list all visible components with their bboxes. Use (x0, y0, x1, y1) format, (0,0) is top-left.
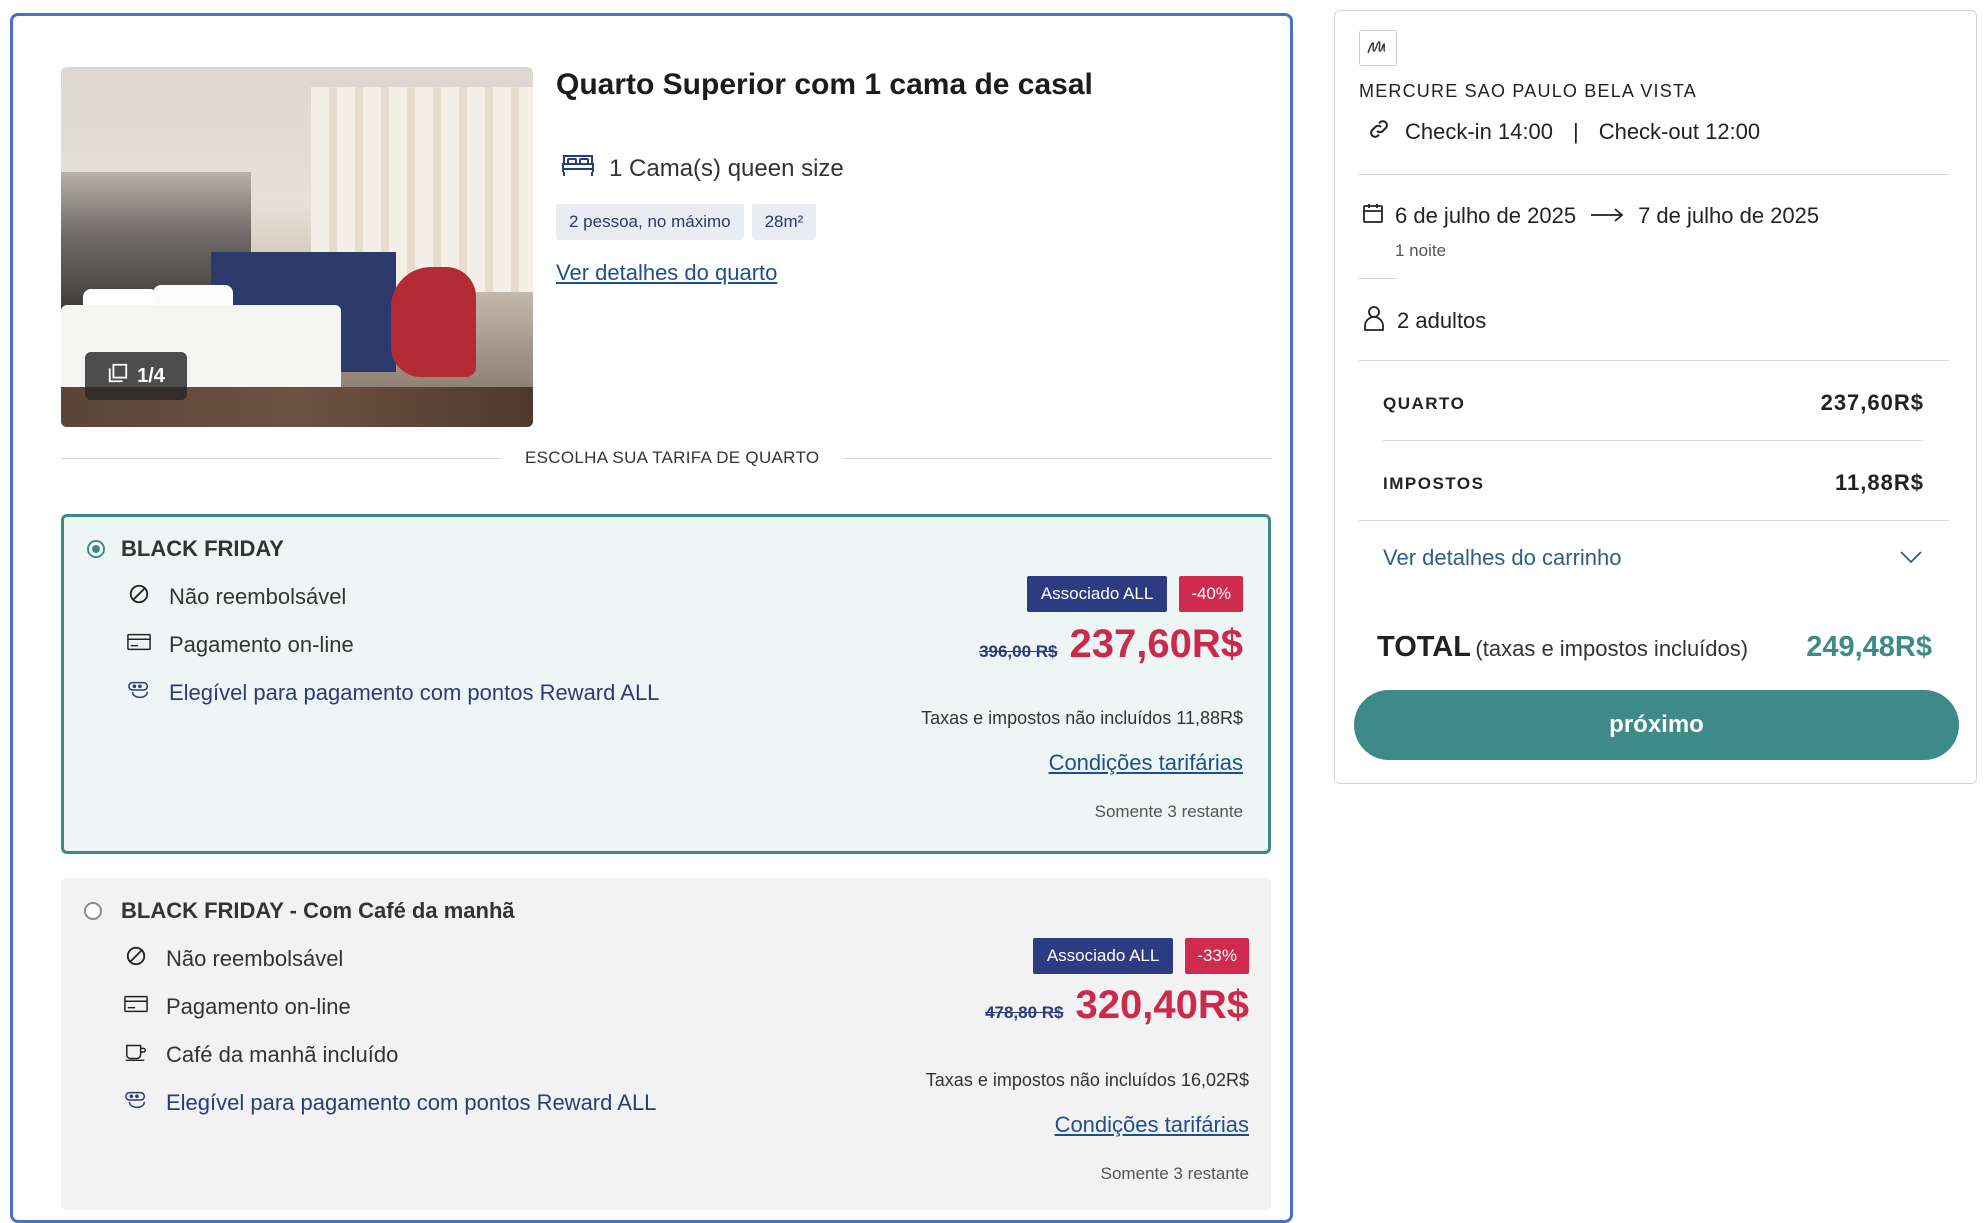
no-refund-icon (124, 945, 148, 973)
bed-text: 1 Cama(s) queen size (609, 154, 844, 182)
checkout-text: Check-out 12:00 (1598, 119, 1761, 144)
separator (1359, 278, 1397, 279)
discount-badge: -33% (1185, 938, 1249, 974)
stay-dates: 6 de julho de 2025 7 de julho de 2025 (1361, 201, 1819, 231)
photo-counter-text: 1/4 (137, 364, 165, 387)
feature-non-refundable: Não reembolsável (124, 945, 343, 973)
room-photo[interactable]: 1/4 (61, 67, 533, 427)
photo-counter[interactable]: 1/4 (85, 352, 187, 400)
remaining-rooms: Somente 3 restante (1100, 1164, 1249, 1183)
total-row: TOTAL (taxas e impostos incluídos) 249,4… (1377, 631, 1932, 664)
price-row: 478,80 R$ 320,40R$ (985, 983, 1249, 1028)
total-subtext: (taxas e impostos incluídos) (1475, 636, 1749, 661)
feature-text: Não reembolsável (169, 584, 347, 609)
feature-reward: Elegível para pagamento com pontos Rewar… (124, 1089, 656, 1117)
person-icon (1363, 305, 1385, 337)
room-tags: 2 pessoa, no máximo 28m² (556, 204, 817, 240)
link-icon (1367, 117, 1391, 147)
remaining-rooms: Somente 3 restante (1094, 802, 1243, 821)
divider-line (843, 457, 1271, 459)
feature-non-refundable: Não reembolsável (127, 583, 346, 611)
gallery-icon (107, 362, 129, 390)
new-price: 320,40R$ (1075, 983, 1249, 1027)
photo-chair (391, 267, 476, 377)
nights-count: 1 noite (1395, 241, 1447, 260)
old-price: 396,00 R$ (979, 642, 1058, 661)
cart-summary: MERCURE SAO PAULO BELA VISTA Check-in 14… (1334, 10, 1977, 784)
feature-online-payment: Pagamento on-line (127, 631, 354, 659)
total-label: TOTAL (1377, 631, 1471, 663)
feature-online-payment: Pagamento on-line (124, 993, 351, 1021)
cart-details-text: Ver detalhes do carrinho (1383, 545, 1622, 570)
feature-text: Pagamento on-line (166, 994, 351, 1019)
badges: Associado ALL -33% (1032, 938, 1249, 974)
cart-details-toggle[interactable]: Ver detalhes do carrinho (1383, 545, 1923, 571)
checkin-text: Check-in 14:00 (1405, 119, 1553, 144)
feature-text: Café da manhã incluído (166, 1042, 399, 1067)
feature-text: Elegível para pagamento com pontos Rewar… (166, 1090, 657, 1115)
tax-note: Taxas e impostos não incluídos 16,02R$ (925, 1070, 1249, 1090)
rate-section-label: ESCOLHA SUA TARIFA DE QUARTO (525, 448, 820, 467)
rate-section-divider: ESCOLHA SUA TARIFA DE QUARTO (61, 448, 1271, 468)
rate-option-black-friday[interactable]: BLACK FRIDAY Não reembolsável Pagamento … (61, 514, 1271, 854)
guests: 2 adultos (1363, 305, 1486, 337)
room-details-link[interactable]: Ver detalhes do quarto (556, 260, 777, 286)
rate-name: BLACK FRIDAY (121, 536, 284, 561)
guests-text: 2 adultos (1397, 308, 1487, 333)
feature-text: Elegível para pagamento com pontos Rewar… (169, 680, 660, 705)
price-row: 396,00 R$ 237,60R$ (979, 622, 1243, 667)
calendar-icon (1361, 201, 1385, 231)
badges: Associado ALL -40% (1026, 576, 1243, 612)
chevron-down-icon (1899, 545, 1923, 571)
checkin-checkout: Check-in 14:00 | Check-out 12:00 (1367, 117, 1760, 147)
rate-name: BLACK FRIDAY - Com Café da manhã (121, 898, 515, 923)
room-line-value: 237,60R$ (1820, 390, 1924, 415)
checkin-separator: | (1572, 119, 1579, 144)
separator (1359, 174, 1949, 175)
rate-radio-selected[interactable] (87, 540, 105, 558)
reward-icon (127, 679, 151, 707)
rate-conditions-link[interactable]: Condições tarifárias (1049, 750, 1243, 776)
old-price: 478,80 R$ (985, 1003, 1064, 1022)
new-price: 237,60R$ (1069, 622, 1243, 666)
feature-breakfast: Café da manhã incluído (124, 1041, 398, 1069)
capacity-tag: 2 pessoa, no máximo (556, 204, 744, 240)
total-value: 249,48R$ (1806, 631, 1932, 663)
hotel-logo (1359, 30, 1397, 66)
room-line-label: QUARTO (1383, 394, 1466, 413)
bed-info: 1 Cama(s) queen size (561, 150, 844, 187)
room-title: Quarto Superior com 1 cama de casal (556, 68, 1093, 101)
member-badge: Associado ALL (1032, 938, 1174, 974)
rate-option-black-friday-breakfast[interactable]: BLACK FRIDAY - Com Café da manhã Não ree… (61, 878, 1271, 1210)
arrow-right-icon (1586, 203, 1628, 229)
next-button[interactable]: próximo (1354, 690, 1959, 760)
tax-note: Taxas e impostos não incluídos 11,88R$ (921, 708, 1243, 728)
discount-badge: -40% (1179, 576, 1243, 612)
size-tag: 28m² (751, 204, 817, 240)
rate-radio-unselected[interactable] (84, 902, 102, 920)
room-card: 1/4 Quarto Superior com 1 cama de casal … (10, 13, 1293, 1223)
hotel-name: MERCURE SAO PAULO BELA VISTA (1359, 81, 1698, 101)
separator (1359, 520, 1949, 521)
card-icon (124, 993, 148, 1021)
date-from: 6 de julho de 2025 (1395, 203, 1577, 228)
card-icon (127, 631, 151, 659)
rate-conditions-link[interactable]: Condições tarifárias (1055, 1112, 1249, 1138)
no-refund-icon (127, 583, 151, 611)
feature-text: Pagamento on-line (169, 632, 354, 657)
feature-text: Não reembolsável (166, 946, 344, 971)
tax-line-value: 11,88R$ (1835, 470, 1924, 495)
bed-icon (561, 150, 595, 187)
separator (1383, 440, 1923, 441)
reward-icon (124, 1089, 148, 1117)
tax-line-label: IMPOSTOS (1383, 474, 1485, 493)
separator (1359, 360, 1949, 361)
divider-line (61, 457, 501, 459)
date-to: 7 de julho de 2025 (1638, 203, 1820, 228)
total-label-group: TOTAL (taxas e impostos incluídos) (1377, 631, 1748, 664)
member-badge: Associado ALL (1026, 576, 1168, 612)
feature-reward: Elegível para pagamento com pontos Rewar… (127, 679, 659, 707)
coffee-icon (124, 1041, 148, 1069)
